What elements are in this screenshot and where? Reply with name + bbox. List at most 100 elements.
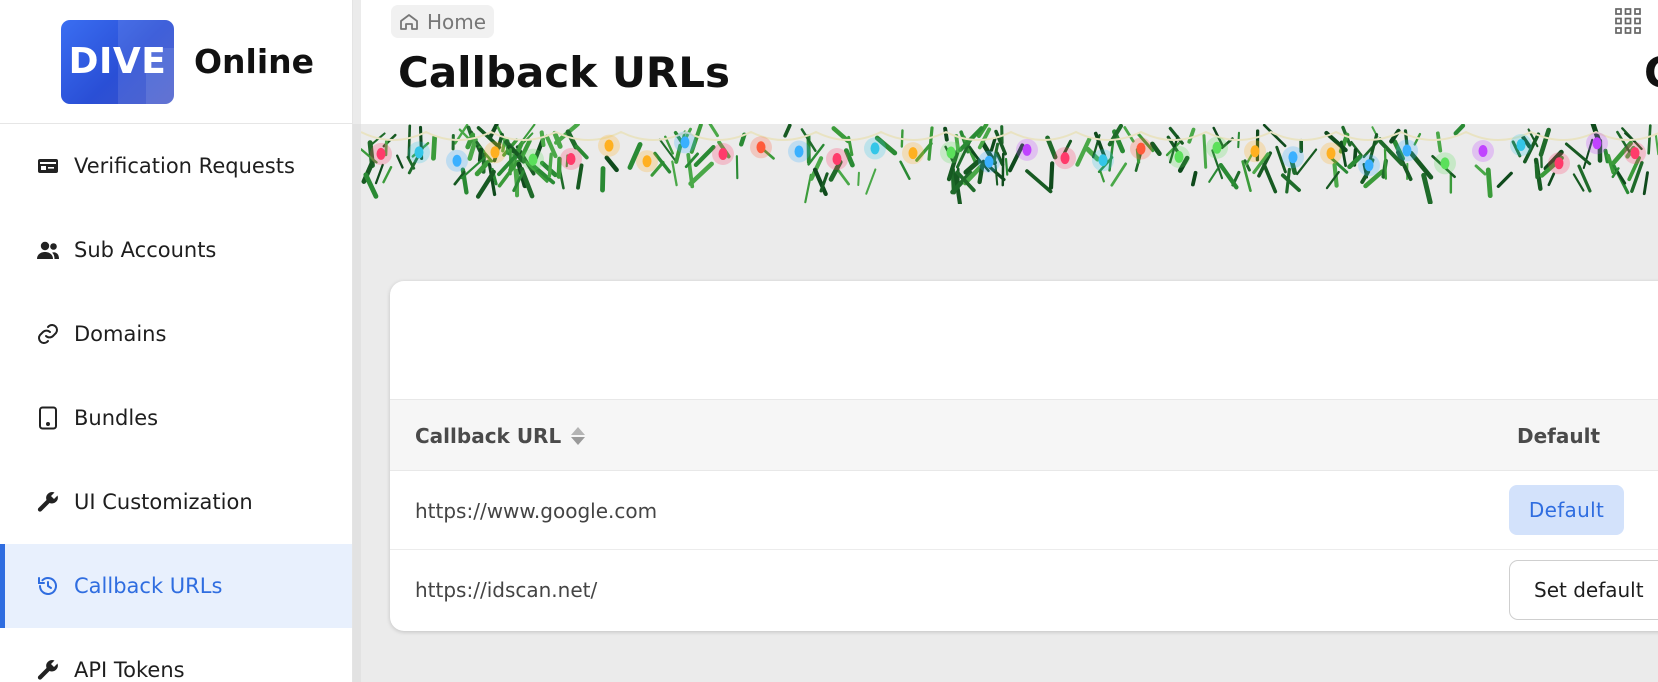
garland-needle (1110, 162, 1128, 187)
garland-needle (1099, 170, 1105, 183)
column-callback-url[interactable]: Callback URL (415, 400, 586, 472)
garland-bulb (1212, 141, 1222, 154)
garland-needle (899, 160, 911, 181)
garland-bulb (946, 146, 956, 159)
link-icon (36, 322, 60, 346)
garland-bulb (376, 147, 386, 160)
garland-bulb (1516, 139, 1526, 152)
garland-needle (1421, 172, 1433, 204)
sidebar-item-label: Sub Accounts (74, 238, 217, 262)
sort-icon[interactable] (571, 427, 586, 445)
column-default: Default (1517, 400, 1600, 472)
garland-bulb (1592, 137, 1602, 150)
garland-bulb (1440, 157, 1450, 170)
garland-needle (1538, 127, 1551, 157)
table-row: https://idscan.net/ Set default (390, 550, 1658, 629)
garland-needle (1004, 157, 1009, 176)
garland-bulb (604, 139, 614, 152)
sidebar-item-verification-requests[interactable]: Verification Requests (0, 124, 352, 208)
id-card-icon (36, 154, 60, 178)
sidebar-item-domains[interactable]: Domains (0, 292, 352, 376)
history-icon (36, 574, 60, 598)
garland-needle (1453, 124, 1466, 136)
garland-bulb (1250, 145, 1260, 158)
garland-needle (1048, 161, 1055, 190)
garland-needle (1218, 162, 1239, 190)
garland-needle (688, 161, 714, 186)
garland-needle (1383, 148, 1388, 180)
garland-bulb (680, 136, 690, 149)
page-title: Callback URLs (398, 48, 731, 97)
callback-url-cell: https://idscan.net/ (415, 577, 598, 602)
sidebar-item-api-tokens[interactable]: API Tokens (0, 628, 352, 682)
garland-needle (374, 163, 384, 185)
garland-needle (1202, 134, 1208, 169)
garland-bulb (1554, 157, 1564, 170)
garland-needle (865, 168, 877, 195)
garland-needle (708, 124, 719, 138)
users-icon (36, 238, 60, 262)
home-icon (399, 13, 419, 31)
garland-needle (477, 147, 484, 163)
garland-bulb (794, 145, 804, 158)
sidebar: DIVE Online Verification Requests Sub Ac… (0, 0, 353, 682)
garland-needle (1642, 171, 1649, 196)
garland-bulb (832, 152, 842, 165)
garland-bulb (718, 147, 728, 160)
sidebar-item-label: Callback URLs (74, 574, 223, 598)
garland-needle (671, 160, 678, 187)
sidebar-item-bundles[interactable]: Bundles (0, 376, 352, 460)
garland-bulb (870, 142, 880, 155)
garland-needle (539, 130, 546, 147)
garland-needle (1262, 162, 1278, 194)
garland-needle (1474, 164, 1487, 176)
brand-name: Online (194, 42, 315, 81)
garland-bulb (1630, 147, 1640, 160)
sidebar-item-ui-customization[interactable]: UI Customization (0, 460, 352, 544)
sidebar-scrollbar[interactable] (353, 124, 361, 682)
sidebar-item-label: Verification Requests (74, 154, 295, 178)
wrench-icon (36, 490, 60, 514)
garland-needle (1564, 142, 1592, 166)
key-icon (36, 658, 60, 682)
sidebar-item-label: API Tokens (74, 658, 185, 682)
garland-bulb (414, 146, 424, 159)
garland-needle (783, 124, 792, 138)
garland-bulb (490, 146, 500, 159)
garland-bulb (566, 153, 576, 166)
page-header: Home Callback URLs C (361, 0, 1658, 124)
callback-urls-card: Callback URL Default https://www.google.… (390, 281, 1658, 631)
garland-needle (1485, 167, 1493, 199)
garland-needle (927, 126, 934, 161)
callback-url-cell: https://www.google.com (415, 498, 658, 523)
breadcrumb[interactable]: Home (391, 5, 495, 38)
garland-bulb (1478, 145, 1488, 158)
logo-text: DIVE (68, 41, 167, 82)
column-label: Callback URL (415, 424, 562, 448)
garland-needle (1187, 127, 1196, 144)
sidebar-item-sub-accounts[interactable]: Sub Accounts (0, 208, 352, 292)
breadcrumb-home: Home (427, 9, 487, 34)
garland-needle (488, 124, 499, 140)
garland-needle (1496, 171, 1513, 189)
sidebar-item-callback-urls[interactable]: Callback URLs (0, 544, 352, 628)
garland-needle (1280, 173, 1301, 193)
column-label: Default (1517, 424, 1601, 448)
default-badge-button[interactable]: Default (1509, 485, 1624, 535)
garland-needle (1025, 169, 1053, 194)
garland-bulb (1364, 159, 1374, 172)
apps-grid-icon[interactable] (1615, 8, 1641, 39)
garland-needle (1435, 131, 1443, 153)
garland-bulb (908, 147, 918, 160)
set-default-button[interactable]: Set default (1509, 560, 1658, 620)
garland-bulb (528, 153, 538, 166)
card-toolbar (390, 281, 1658, 399)
garland-bulb (1174, 150, 1184, 163)
sidebar-item-label: Domains (74, 322, 167, 346)
table-header: Callback URL Default (390, 399, 1658, 471)
garland-needle (556, 156, 562, 179)
brand[interactable]: DIVE Online (0, 0, 352, 124)
garland-needle (1190, 170, 1198, 187)
garland-needle (943, 126, 949, 142)
page-title-right: C (1644, 48, 1658, 97)
